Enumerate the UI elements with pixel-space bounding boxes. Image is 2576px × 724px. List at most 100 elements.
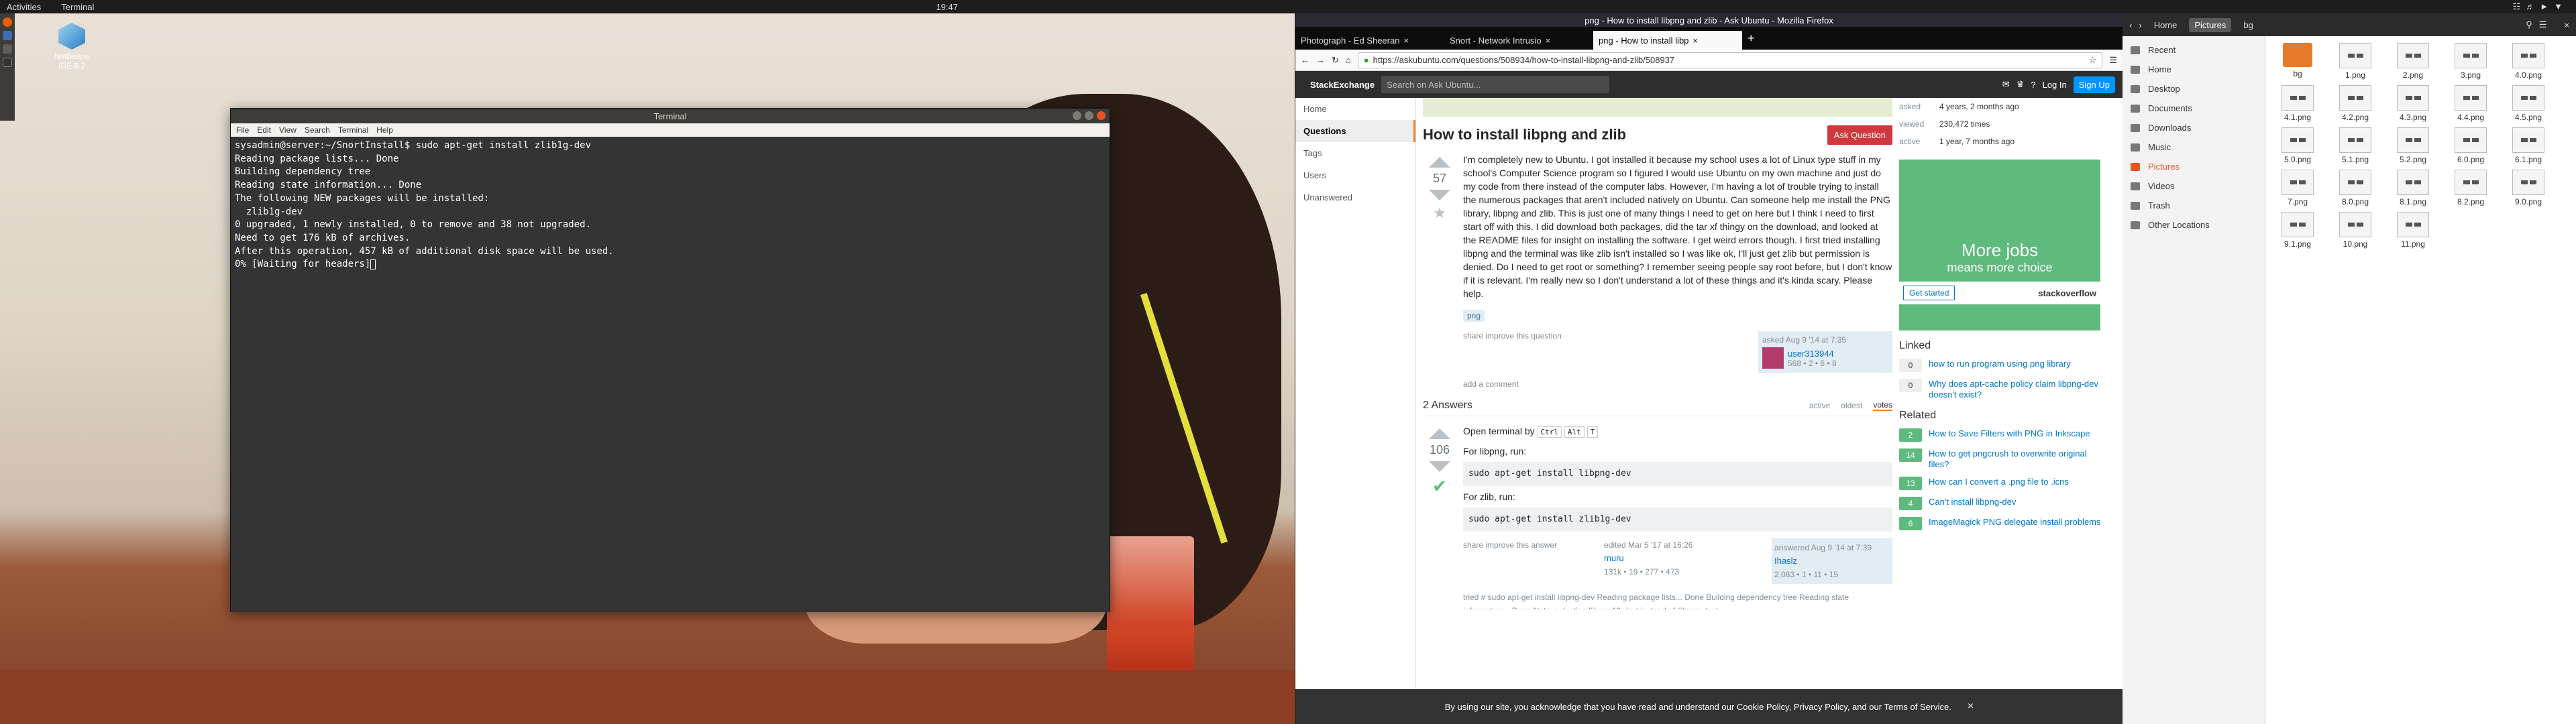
jobs-ad[interactable]: More jobs means more choice Get started … (1899, 160, 2100, 330)
asker-name[interactable]: user313944 (1788, 349, 1837, 359)
nav-tags[interactable]: Tags (1295, 142, 1415, 164)
file-item[interactable]: 10.png (2330, 212, 2381, 249)
signup-button[interactable]: Sign Up (2073, 76, 2115, 93)
file-item[interactable]: 7.png (2272, 170, 2323, 206)
related-item[interactable]: 14 How to get pngcrush to overwrite origi… (1899, 448, 2107, 470)
system-tray-icons[interactable]: ☷♬►▼ (2513, 1, 2568, 12)
file-item[interactable]: 6.0.png (2445, 127, 2496, 164)
favorite-star-icon[interactable]: ★ (1423, 204, 1456, 222)
related-item[interactable]: 2 How to Save Filters with PNG in Inkscap… (1899, 428, 2107, 442)
home-icon[interactable]: ⌂ (1346, 55, 1351, 65)
app-menu[interactable]: Terminal (61, 2, 94, 12)
file-item[interactable]: 4.2.png (2330, 85, 2381, 122)
upvote-icon[interactable] (1429, 428, 1450, 439)
tab-ed-sheeran[interactable]: Photograph - Ed Sheeran × (1295, 31, 1444, 50)
file-item[interactable]: 8.1.png (2387, 170, 2438, 206)
place-documents[interactable]: Documents (2123, 99, 2265, 118)
close-icon[interactable]: × (2564, 20, 2569, 30)
file-item[interactable]: 6.1.png (2503, 127, 2554, 164)
help-icon[interactable]: ? (2031, 80, 2035, 90)
file-item[interactable]: 9.1.png (2272, 212, 2323, 249)
downvote-icon[interactable] (1429, 461, 1450, 472)
url-bar[interactable]: ● https://askubuntu.com/questions/508934/… (1357, 52, 2103, 68)
maximize-icon[interactable] (1085, 111, 1093, 120)
related-item[interactable]: 4 Can't install libpng-dev (1899, 497, 2107, 510)
sort-oldest[interactable]: oldest (1841, 401, 1862, 410)
question-share-improve[interactable]: share improve this question (1463, 331, 1562, 341)
stackexchange-logo[interactable]: StackExchange (1310, 80, 1375, 90)
files-icon[interactable] (3, 44, 12, 54)
firefox-window[interactable]: png - How to install libpng and zlib - A… (1295, 13, 2123, 724)
nav-home[interactable]: Home (1295, 98, 1415, 120)
file-item[interactable]: 4.1.png (2272, 85, 2323, 122)
place-videos[interactable]: Videos (2123, 176, 2265, 196)
file-item[interactable]: 1.png (2330, 43, 2381, 80)
file-item[interactable]: 4.3.png (2387, 85, 2438, 122)
downvote-icon[interactable] (1429, 190, 1450, 200)
file-item[interactable]: 11.png (2387, 212, 2438, 249)
terminal-window[interactable]: Terminal File Edit View Search Terminal … (230, 108, 1110, 612)
firefox-icon[interactable] (3, 17, 12, 27)
menu-help[interactable]: Help (376, 125, 393, 135)
place-recent[interactable]: Recent (2123, 40, 2265, 60)
terminal-titlebar[interactable]: Terminal (231, 109, 1110, 123)
back-icon[interactable]: ← (1301, 55, 1309, 65)
file-item[interactable]: 4.5.png (2503, 85, 2554, 122)
place-home[interactable]: Home (2123, 60, 2265, 79)
new-tab-icon[interactable]: + (1748, 32, 1755, 46)
forward-icon[interactable]: → (1316, 55, 1325, 65)
tag-png[interactable]: png (1463, 310, 1485, 322)
terminal-output[interactable]: sysadmin@server:~/SnortInstall$ sudo apt… (231, 137, 1110, 612)
minimize-icon[interactable] (1073, 111, 1081, 120)
place-pictures[interactable]: Pictures (2123, 157, 2265, 176)
folder-item[interactable]: bg (2272, 43, 2323, 80)
menu-terminal[interactable]: Terminal (338, 125, 368, 135)
sort-active[interactable]: active (1809, 401, 1830, 410)
file-item[interactable]: 5.0.png (2272, 127, 2323, 164)
answer-share-improve[interactable]: share improve this answer (1463, 538, 1557, 552)
place-downloads[interactable]: Downloads (2123, 118, 2265, 137)
menu-edit[interactable]: Edit (257, 125, 271, 135)
add-comment-link[interactable]: add a comment (1463, 379, 1892, 389)
inbox-icon[interactable]: ✉ (2002, 79, 2010, 90)
terminal-icon[interactable] (3, 58, 12, 67)
file-item[interactable]: 9.0.png (2503, 170, 2554, 206)
achievements-icon[interactable]: ♛ (2017, 79, 2025, 90)
upvote-icon[interactable] (1429, 157, 1450, 168)
avatar[interactable] (1762, 347, 1784, 369)
close-icon[interactable]: × (1968, 701, 1974, 713)
question-title[interactable]: How to install libpng and zlib (1423, 126, 1626, 143)
view-list-icon[interactable]: ☰ (2539, 19, 2547, 30)
menu-search[interactable]: Search (305, 125, 330, 135)
code-zlib[interactable]: sudo apt-get install zlib1g-dev (1463, 507, 1892, 532)
editor-name[interactable]: muru (1604, 552, 1725, 565)
edited-info[interactable]: edited Mar 5 '17 at 16:26 (1604, 538, 1725, 552)
file-item[interactable]: 5.1.png (2330, 127, 2381, 164)
software-icon[interactable] (3, 31, 12, 40)
file-item[interactable]: 2.png (2387, 43, 2438, 80)
place-trash[interactable]: Trash (2123, 196, 2265, 215)
close-icon[interactable] (1097, 111, 1106, 120)
se-search-input[interactable]: Search on Ask Ubuntu... (1381, 76, 1610, 93)
related-item[interactable]: 13 How can I convert a .png file to .icns (1899, 477, 2107, 490)
place-desktop[interactable]: Desktop (2123, 79, 2265, 99)
file-item[interactable]: 4.4.png (2445, 85, 2496, 122)
file-item[interactable]: 8.0.png (2330, 170, 2381, 206)
linked-item[interactable]: 0 Why does apt-cache policy claim libpng-… (1899, 379, 2107, 400)
nav-questions[interactable]: Questions (1295, 120, 1415, 142)
search-icon[interactable]: ⚲ (2526, 19, 2532, 30)
place-music[interactable]: Music (2123, 137, 2265, 157)
code-libpng[interactable]: sudo apt-get install libpng-dev (1463, 462, 1892, 486)
answerer-name[interactable]: Ihaslz (1774, 554, 1890, 568)
file-item[interactable]: 8.2.png (2445, 170, 2496, 206)
tab-askubuntu[interactable]: png - How to install libp × (1593, 31, 1742, 50)
reload-icon[interactable]: ↻ (1332, 55, 1339, 66)
netbeans-desktop-icon[interactable]: NetBeans IDE 8.2 (48, 23, 95, 70)
library-icon[interactable]: ☰ (2109, 55, 2117, 66)
menu-file[interactable]: File (236, 125, 249, 135)
sort-votes[interactable]: votes (1873, 400, 1892, 411)
place-other-locations[interactable]: Other Locations (2123, 215, 2265, 235)
nav-users[interactable]: Users (1295, 164, 1415, 186)
ad-get-started-button[interactable]: Get started (1903, 286, 1955, 300)
related-item[interactable]: 6 ImageMagick PNG delegate install proble… (1899, 517, 2107, 530)
